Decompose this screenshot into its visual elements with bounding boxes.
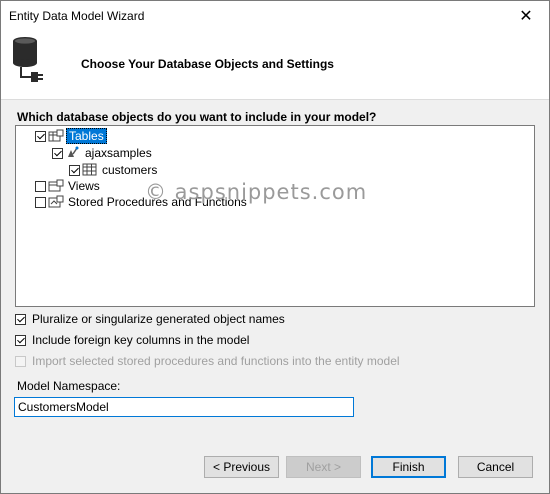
- wizard-header: Choose Your Database Objects and Setting…: [1, 31, 549, 100]
- tree-node-schema[interactable]: ajaxsamples: [52, 145, 152, 161]
- foreign-keys-checkbox[interactable]: [15, 334, 26, 346]
- pluralize-option[interactable]: Pluralize or singularize generated objec…: [15, 312, 285, 326]
- window-title: Entity Data Model Wizard: [9, 9, 145, 23]
- views-label: Views: [68, 179, 100, 193]
- tables-folder-icon: [48, 129, 64, 142]
- schema-label: ajaxsamples: [85, 146, 152, 160]
- next-button: Next >: [286, 456, 361, 478]
- foreign-keys-label: Include foreign key columns in the model: [32, 333, 250, 347]
- foreign-keys-option[interactable]: Include foreign key columns in the model: [15, 333, 249, 347]
- views-checkbox[interactable]: [35, 180, 46, 192]
- model-namespace-input[interactable]: [14, 397, 354, 417]
- page-title: Choose Your Database Objects and Setting…: [81, 57, 334, 71]
- procedures-icon: [48, 195, 64, 208]
- close-button[interactable]: ✕: [503, 1, 549, 31]
- customers-label: customers: [102, 163, 158, 177]
- objects-question-label: Which database objects do you want to in…: [17, 110, 377, 124]
- cancel-button[interactable]: Cancel: [458, 456, 533, 478]
- database-objects-tree[interactable]: Tables ajaxsamples customers Views Store…: [15, 125, 535, 307]
- tree-node-views[interactable]: Views: [35, 178, 100, 194]
- tables-label: Tables: [66, 128, 107, 144]
- tables-checkbox[interactable]: [35, 130, 46, 142]
- previous-button[interactable]: < Previous: [204, 456, 279, 478]
- database-connect-icon: [13, 37, 43, 82]
- schema-checkbox[interactable]: [52, 147, 63, 159]
- tree-node-procedures[interactable]: Stored Procedures and Functions: [35, 194, 247, 210]
- procedures-checkbox[interactable]: [35, 196, 46, 208]
- pluralize-label: Pluralize or singularize generated objec…: [32, 312, 285, 326]
- finish-button[interactable]: Finish: [371, 456, 446, 478]
- views-icon: [48, 179, 64, 192]
- customers-checkbox[interactable]: [69, 164, 80, 176]
- schema-icon: [68, 146, 79, 157]
- import-procedures-option: Import selected stored procedures and fu…: [15, 354, 400, 368]
- model-namespace-label: Model Namespace:: [17, 379, 121, 393]
- pluralize-checkbox[interactable]: [15, 313, 26, 325]
- import-procedures-label: Import selected stored procedures and fu…: [32, 354, 400, 368]
- import-procedures-checkbox: [15, 355, 26, 367]
- tree-node-customers[interactable]: customers: [69, 162, 157, 178]
- wizard-window: Entity Data Model Wizard ✕ Choose Your D…: [0, 0, 550, 494]
- title-bar: Entity Data Model Wizard ✕: [1, 1, 549, 31]
- tree-node-tables[interactable]: Tables: [35, 128, 107, 144]
- table-icon: [82, 163, 97, 176]
- procedures-label: Stored Procedures and Functions: [68, 195, 247, 209]
